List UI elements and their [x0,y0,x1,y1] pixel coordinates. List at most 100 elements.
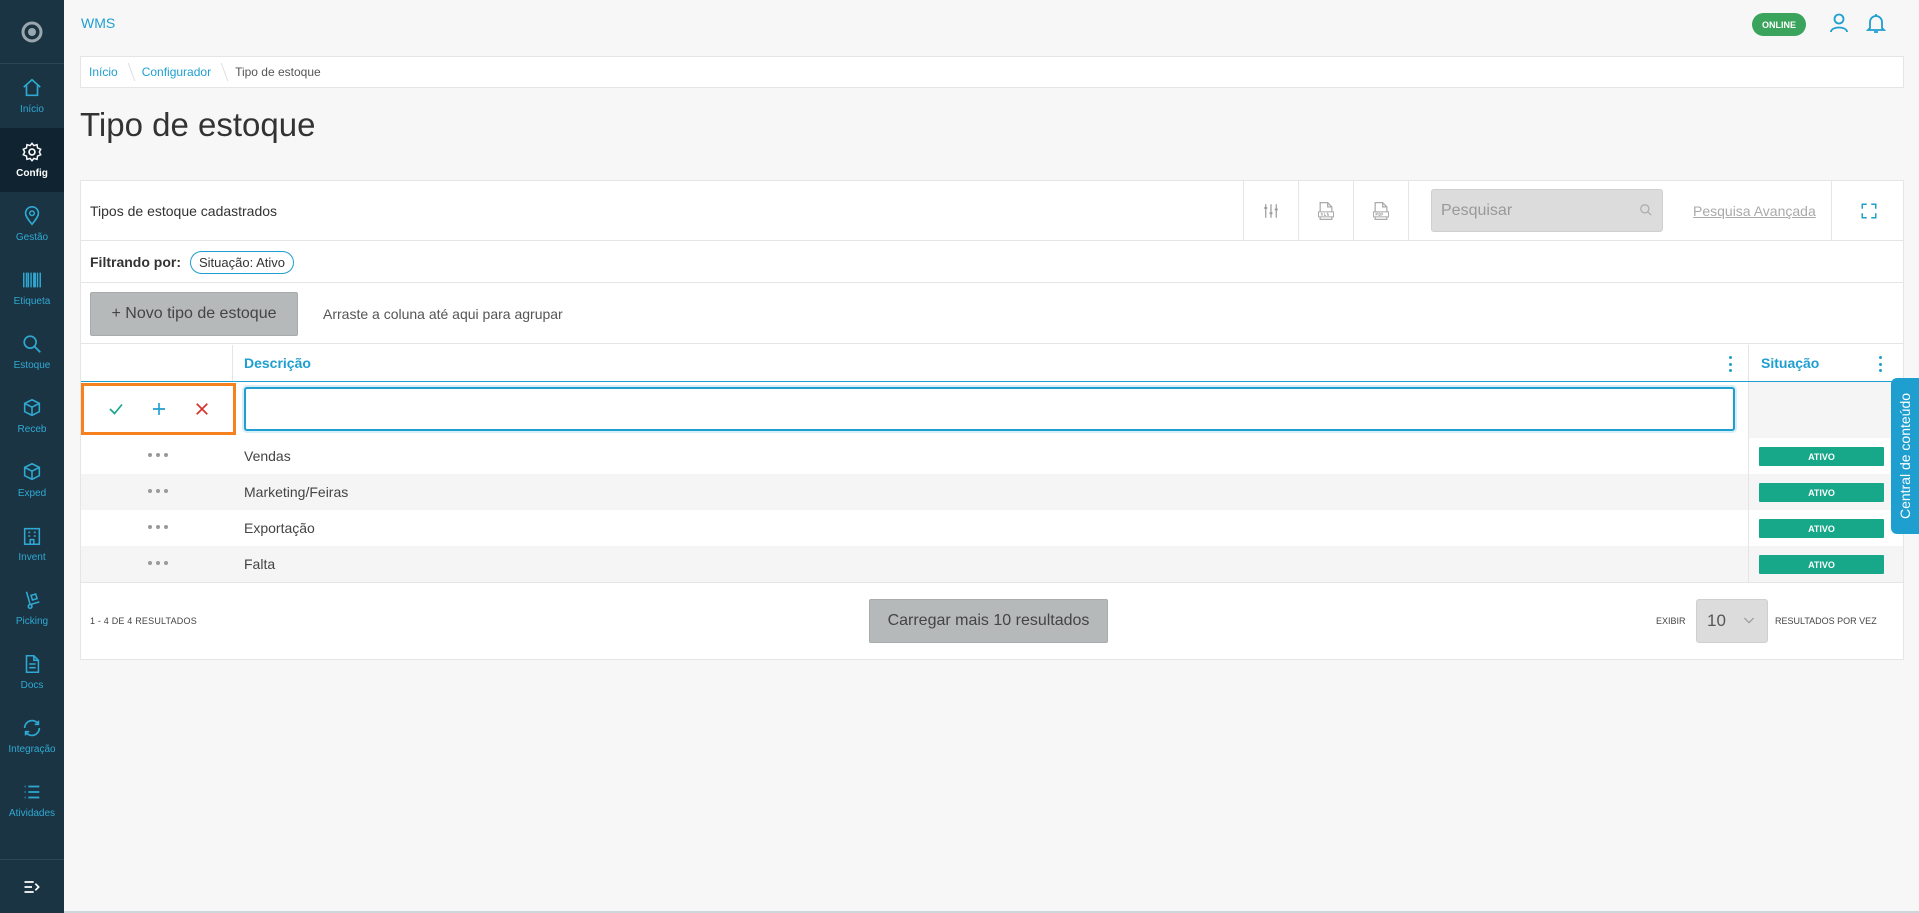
sidebar-item-receb[interactable]: Receb [0,384,64,448]
column-divider [1748,546,1749,582]
status-badge: ATIVO [1759,555,1884,574]
sidebar-item-label: Gestão [15,232,49,243]
status-cell-empty [1748,382,1905,438]
page-size-select[interactable]: 10 [1696,599,1768,643]
sidebar-toggle-button[interactable] [0,859,64,913]
status-badge: ATIVO [1759,483,1884,502]
location-pin-icon [24,206,40,226]
sidebar-item-etiqueta[interactable]: Etiqueta [0,256,64,320]
panel-header: Tipos de estoque cadastrados Pesquisa Av… [81,181,1903,241]
bell-icon[interactable] [1864,11,1888,35]
stock-types-table-panel: Tipos de estoque cadastrados Pesquisa Av… [80,180,1905,660]
sidebar-item-inicio[interactable]: Início [0,64,64,128]
sidebar-item-label: Receb [17,424,47,435]
expand-menu-icon [24,880,40,893]
breadcrumb-configurador[interactable]: Configurador [142,63,229,81]
column-divider [1748,510,1749,546]
table-header: Descrição Situação [81,345,1903,382]
group-drop-hint[interactable]: Arraste a coluna até aqui para agrupar [323,306,563,322]
page-size-value: 10 [1707,611,1726,630]
row-description: Exportação [244,520,315,536]
column-settings-button[interactable] [1243,181,1298,241]
barcode-icon [23,272,41,288]
gear-icon [22,142,42,162]
app-title[interactable]: WMS [81,15,115,31]
table-row[interactable]: Falta ATIVO [81,546,1903,582]
confirm-icon[interactable] [107,400,125,418]
column-divider [1748,438,1749,474]
description-input[interactable] [246,389,1733,429]
advanced-search-link[interactable]: Pesquisa Avançada [1693,203,1816,219]
home-icon [23,78,41,97]
table-row[interactable]: Vendas ATIVO [81,438,1903,474]
filter-chip-situacao[interactable]: Situação: Ativo [190,250,294,274]
column-menu-descricao-icon[interactable] [1723,356,1737,372]
sidebar-item-label: Invent [18,552,46,563]
breadcrumb-label: Início [89,65,118,79]
breadcrumb-inicio[interactable]: Início [89,63,135,81]
search-field[interactable] [1431,189,1663,232]
box-out-icon [23,462,41,481]
document-icon [25,654,40,674]
picking-icon [25,591,40,609]
fullscreen-icon [1861,203,1876,219]
sidebar-item-atividades[interactable]: Atividades [0,768,64,832]
search-icon [23,335,41,353]
results-count: 1 - 4 DE 4 RESULTADOS [90,616,197,626]
sidebar-item-exped[interactable]: Exped [0,448,64,512]
column-divider [232,345,233,381]
column-header-descricao[interactable]: Descrição [244,345,311,381]
add-icon[interactable] [150,400,168,418]
sidebar-item-estoque[interactable]: Estoque [0,320,64,384]
content-center-label: Central de conteúdo [1897,392,1913,520]
sidebar-item-label: Estoque [13,360,51,371]
sidebar-item-docs[interactable]: Docs [0,640,64,704]
export-xls-button[interactable] [1298,181,1353,241]
load-more-button[interactable]: Carregar mais 10 resultados [869,599,1108,643]
sidebar-item-integracao[interactable]: Integração [0,704,64,768]
sidebar-item-label: Exped [17,488,47,499]
toolbar-divider [1408,181,1409,241]
sidebar-item-config[interactable]: Config [0,128,64,192]
search-icon[interactable] [1639,203,1653,217]
top-bar: WMS ONLINE [64,0,1919,46]
row-actions-icon[interactable] [148,448,168,462]
group-bar: + Novo tipo de estoque Arraste a coluna … [81,284,1903,344]
new-stock-type-button[interactable]: + Novo tipo de estoque [90,292,298,336]
column-header-situacao[interactable]: Situação [1761,345,1819,381]
row-description: Falta [244,556,276,572]
sidebar-item-label: Início [20,104,44,115]
active-filters: Filtrando por: Situação: Ativo [81,242,1903,283]
row-description: Vendas [244,448,291,464]
row-actions-icon[interactable] [148,484,168,498]
table-row[interactable]: Marketing/Feiras ATIVO [81,474,1903,510]
sidebar-item-picking[interactable]: Picking [0,576,64,640]
row-actions-icon[interactable] [148,556,168,570]
chevron-down-icon [1743,617,1755,624]
content-center-tab[interactable]: Central de conteúdo [1891,378,1919,534]
column-menu-situacao-icon[interactable] [1873,356,1887,372]
table-footer: 1 - 4 DE 4 RESULTADOS Carregar mais 10 r… [81,582,1903,660]
fullscreen-button[interactable] [1831,181,1905,241]
logo-icon[interactable] [0,0,64,64]
edit-actions-highlight [81,383,236,435]
sidebar-item-label: Integração [8,744,56,755]
status-badge: ATIVO [1759,519,1884,538]
online-status-badge: ONLINE [1752,13,1806,36]
row-actions-icon[interactable] [148,520,168,534]
building-icon [23,527,41,546]
description-input-field[interactable] [244,387,1735,431]
sidebar-item-gestao[interactable]: Gestão [0,192,64,256]
user-icon[interactable] [1827,11,1851,35]
box-in-icon [23,398,41,417]
search-input[interactable] [1432,190,1662,231]
cancel-icon[interactable] [193,400,211,418]
new-row-editor [81,382,1905,438]
table-row[interactable]: Exportação ATIVO [81,510,1903,546]
sidebar-item-label: Atividades [8,808,56,819]
sidebar-item-invent[interactable]: Invent [0,512,64,576]
column-divider [1748,345,1749,381]
export-pdf-button[interactable] [1353,181,1408,241]
per-page-label: RESULTADOS POR VEZ [1775,616,1877,626]
breadcrumb-current: Tipo de estoque [235,65,321,79]
